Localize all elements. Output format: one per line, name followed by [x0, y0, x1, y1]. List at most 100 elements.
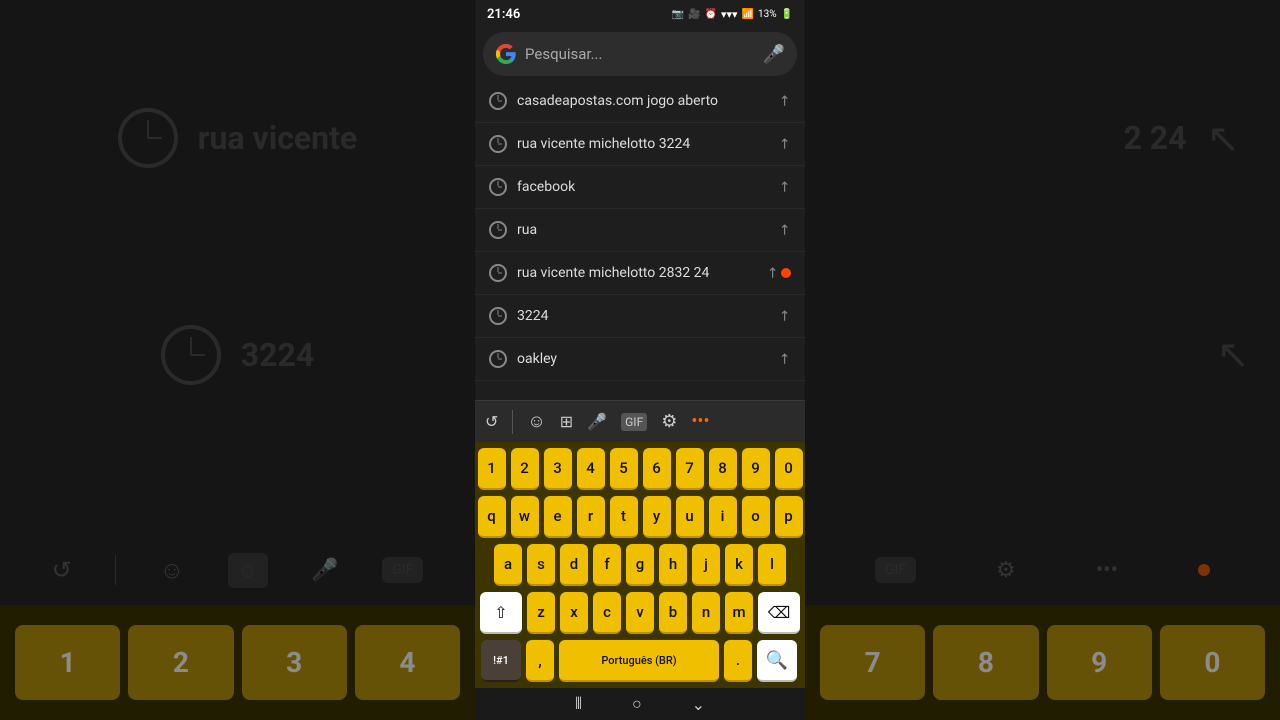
mic-icon[interactable]: 🎤: [763, 44, 785, 65]
key-f[interactable]: f: [593, 544, 621, 586]
kb-emoji-icon[interactable]: ☺: [527, 411, 545, 432]
kb-mic-icon[interactable]: 🎤: [587, 412, 607, 431]
key-6[interactable]: 6: [643, 448, 671, 490]
battery-icon: 🔋: [781, 9, 793, 20]
key-k[interactable]: k: [725, 544, 753, 586]
suggestion-item-3[interactable]: rua ↗: [475, 209, 805, 252]
key-space[interactable]: Português (BR): [559, 640, 719, 682]
key-b[interactable]: b: [659, 592, 687, 634]
suggestion-item-6[interactable]: oakley ↗: [475, 338, 805, 381]
suggestions-list: casadeapostas.com jogo aberto ↗ rua vice…: [475, 80, 805, 400]
arrow-icon-3: ↗: [775, 220, 795, 240]
key-sym[interactable]: !#1: [481, 640, 521, 682]
key-7[interactable]: 7: [676, 448, 704, 490]
key-s[interactable]: s: [527, 544, 555, 586]
keyboard-row-zxcv: ⇧ z x c v b n m ⌫: [479, 592, 801, 634]
key-n[interactable]: n: [692, 592, 720, 634]
bg-toolbar-left: ↺ ☺ ☺ 🎤 GIF: [0, 535, 475, 605]
suggestion-text-5: 3224: [517, 308, 769, 324]
history-icon-4: [489, 264, 507, 282]
key-t[interactable]: t: [610, 496, 638, 538]
bg-text-right-1: 2 24: [1123, 119, 1186, 157]
suggestion-item-0[interactable]: casadeapostas.com jogo aberto ↗: [475, 80, 805, 123]
suggestion-text-2: facebook: [517, 179, 769, 195]
key-v[interactable]: v: [626, 592, 654, 634]
arrow-icon-4: ↗: [763, 263, 783, 283]
bg-key-1: 1: [15, 625, 120, 700]
video-icon: 🎥: [688, 9, 700, 20]
key-m[interactable]: m: [725, 592, 753, 634]
suggestion-text-4: rua vicente michelotto 2832 24: [517, 265, 757, 281]
key-q[interactable]: q: [478, 496, 506, 538]
history-icon-6: [489, 350, 507, 368]
suggestion-text-6: oakley: [517, 351, 769, 367]
nav-home-icon[interactable]: ○: [632, 694, 642, 714]
bg-key-0: 0: [1160, 625, 1265, 700]
kb-more-icon[interactable]: •••: [691, 411, 709, 432]
bg-key-7: 7: [820, 625, 925, 700]
kb-sticker-icon[interactable]: ⊞: [560, 412, 573, 431]
key-0[interactable]: 0: [775, 448, 803, 490]
keyboard-row-numbers: 1 2 3 4 5 6 7 8 9 0: [479, 448, 801, 490]
key-j[interactable]: j: [692, 544, 720, 586]
key-u[interactable]: u: [676, 496, 704, 538]
key-a[interactable]: a: [494, 544, 522, 586]
key-z[interactable]: z: [527, 592, 555, 634]
key-w[interactable]: w: [511, 496, 539, 538]
key-shift[interactable]: ⇧: [480, 592, 522, 634]
key-d[interactable]: d: [560, 544, 588, 586]
phone-container: 21:46 📷 🎥 ⏰ ▾▾▾ 📶 13% 🔋 Pesquisar... 🎤 c…: [475, 0, 805, 720]
bg-toolbar-right: GIF ⚙ •••: [805, 535, 1280, 605]
key-5[interactable]: 5: [610, 448, 638, 490]
keyboard-row-asdf: a s d f g h j k l: [479, 544, 801, 586]
keyboard-row-bottom: !#1 , Português (BR) . 🔍: [479, 640, 801, 688]
key-2[interactable]: 2: [511, 448, 539, 490]
key-4[interactable]: 4: [577, 448, 605, 490]
key-backspace[interactable]: ⌫: [758, 592, 800, 634]
bg-arrow-2: ↖: [1216, 331, 1250, 378]
bg-keyboard-right: 7 8 9 0: [805, 605, 1280, 720]
search-bar[interactable]: Pesquisar... 🎤: [483, 32, 797, 76]
key-dot[interactable]: .: [724, 640, 752, 682]
key-search[interactable]: 🔍: [757, 640, 797, 682]
kb-rotate-icon[interactable]: ↺: [485, 412, 498, 431]
key-i[interactable]: i: [709, 496, 737, 538]
key-comma[interactable]: ,: [526, 640, 554, 682]
key-p[interactable]: p: [775, 496, 803, 538]
bg-key-4: 4: [355, 625, 460, 700]
key-3[interactable]: 3: [544, 448, 572, 490]
key-e[interactable]: e: [544, 496, 572, 538]
bg-clock-icon-1: [118, 108, 178, 168]
suggestion-item-1[interactable]: rua vicente michelotto 3224 ↗: [475, 123, 805, 166]
key-l[interactable]: l: [758, 544, 786, 586]
kb-gif-icon[interactable]: GIF: [621, 413, 647, 431]
arrow-icon-2: ↗: [775, 177, 795, 197]
key-o[interactable]: o: [742, 496, 770, 538]
history-icon-0: [489, 92, 507, 110]
suggestion-item-5[interactable]: 3224 ↗: [475, 295, 805, 338]
key-9[interactable]: 9: [742, 448, 770, 490]
suggestion-item-4[interactable]: rua vicente michelotto 2832 24 ↗: [475, 252, 805, 295]
key-8[interactable]: 8: [709, 448, 737, 490]
key-y[interactable]: y: [643, 496, 671, 538]
bg-clock-icon-2: [161, 325, 221, 385]
status-bar: 21:46 📷 🎥 ⏰ ▾▾▾ 📶 13% 🔋: [475, 0, 805, 28]
arrow-icon-0: ↗: [775, 91, 795, 111]
search-placeholder[interactable]: Pesquisar...: [525, 45, 755, 63]
kb-settings-icon[interactable]: ⚙: [661, 411, 677, 432]
nav-menu-icon[interactable]: ⦀: [575, 694, 582, 714]
suggestion-item-2[interactable]: facebook ↗: [475, 166, 805, 209]
key-g[interactable]: g: [626, 544, 654, 586]
key-c[interactable]: c: [593, 592, 621, 634]
key-x[interactable]: x: [560, 592, 588, 634]
key-1[interactable]: 1: [478, 448, 506, 490]
alarm-icon: ⏰: [704, 9, 716, 20]
nav-back-icon[interactable]: ⌄: [692, 695, 705, 714]
arrow-icon-1: ↗: [775, 134, 795, 154]
keyboard-row-qwerty: q w e r t y u i o p: [479, 496, 801, 538]
key-h[interactable]: h: [659, 544, 687, 586]
signal-icon: 📶: [742, 9, 754, 20]
key-r[interactable]: r: [577, 496, 605, 538]
arrow-icon-5: ↗: [775, 306, 795, 326]
history-icon-1: [489, 135, 507, 153]
